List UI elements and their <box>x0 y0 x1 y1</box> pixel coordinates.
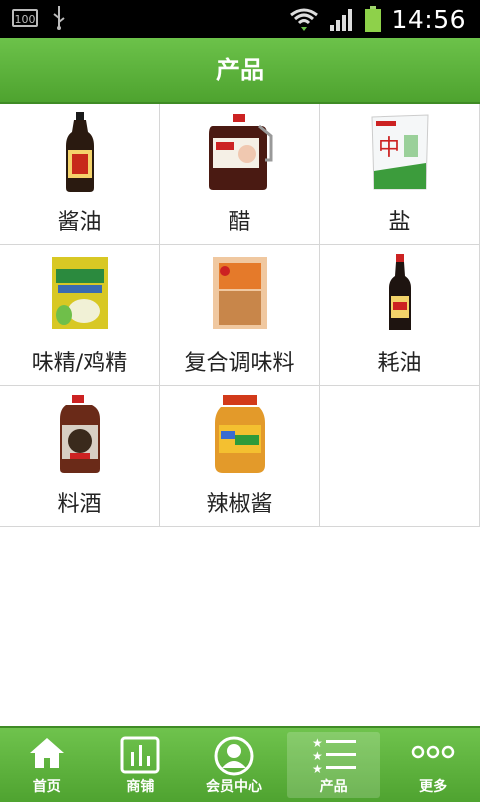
oyster-sauce-bottle-icon <box>355 253 445 333</box>
product-label: 复合调味料 <box>184 351 295 376</box>
svg-text:中: 中 <box>378 136 400 161</box>
svg-text:★: ★ <box>312 749 323 763</box>
nav-label: 更多 <box>419 779 448 795</box>
app-header: 产品 <box>0 38 480 104</box>
wifi-icon <box>290 8 319 31</box>
status-bar: 100 14:56 <box>0 0 480 38</box>
product-cooking-wine[interactable]: 料酒 <box>0 386 160 526</box>
list-star-icon: ★ ★ ★ <box>312 736 356 778</box>
nav-label: 首页 <box>32 779 61 795</box>
svg-text:★: ★ <box>312 762 323 774</box>
product-soy-sauce[interactable]: 酱油 <box>0 104 160 244</box>
svg-text:★: ★ <box>312 736 323 750</box>
usb-icon <box>53 6 65 30</box>
battery-icon <box>365 6 382 32</box>
page-title: 产品 <box>216 56 264 84</box>
shop-chart-icon <box>120 736 160 778</box>
product-label: 辣椒酱 <box>206 492 273 517</box>
product-seasoning[interactable]: 复合调味料 <box>160 245 320 385</box>
nav-label: 产品 <box>319 779 348 795</box>
grid-row: 味精/鸡精 复合调味料 耗油 <box>0 245 480 386</box>
empty-cell <box>320 386 480 526</box>
product-oyster-sauce[interactable]: 耗油 <box>320 245 480 385</box>
battery-level-icon: 100 <box>12 9 38 27</box>
nav-label: 会员中心 <box>205 779 262 795</box>
bottom-nav: 首页 商铺 会员中心 ★ ★ ★ 产品 更多 <box>0 726 480 802</box>
product-label: 盐 <box>388 210 411 235</box>
grid-row: 料酒 辣椒酱 <box>0 386 480 527</box>
product-msg[interactable]: 味精/鸡精 <box>0 245 160 385</box>
product-label: 耗油 <box>377 351 422 376</box>
more-dots-icon <box>411 744 455 763</box>
signal-icon <box>330 9 353 31</box>
member-icon <box>213 736 255 780</box>
salt-bag-icon: 中 <box>355 112 445 192</box>
product-label: 醋 <box>228 210 251 235</box>
product-chili-sauce[interactable]: 辣椒酱 <box>160 386 320 526</box>
vinegar-jug-icon <box>195 112 285 192</box>
product-label: 味精/鸡精 <box>31 351 128 376</box>
nav-more[interactable]: 更多 <box>386 728 480 802</box>
product-vinegar[interactable]: 醋 <box>160 104 320 244</box>
product-salt[interactable]: 中 盐 <box>320 104 480 244</box>
nav-products[interactable]: ★ ★ ★ 产品 <box>286 732 381 798</box>
soy-sauce-bottle-icon <box>35 112 125 192</box>
grid-row: 酱油 醋 中 盐 <box>0 104 480 245</box>
cooking-wine-jug-icon <box>35 394 125 474</box>
seasoning-pack-icon <box>195 253 285 333</box>
msg-packet-icon <box>35 253 125 333</box>
chili-sauce-jar-icon <box>195 394 285 474</box>
nav-home[interactable]: 首页 <box>0 728 94 802</box>
nav-member-center[interactable]: 会员中心 <box>187 728 281 802</box>
nav-label: 商铺 <box>126 779 155 795</box>
product-label: 酱油 <box>57 210 102 235</box>
product-grid: 酱油 醋 中 盐 味精/鸡精 复合调味料 耗油 料酒 辣椒酱 <box>0 104 480 527</box>
home-icon <box>28 736 66 774</box>
nav-shop[interactable]: 商铺 <box>94 728 188 802</box>
clock: 14:56 <box>391 4 466 34</box>
product-label: 料酒 <box>57 492 102 517</box>
